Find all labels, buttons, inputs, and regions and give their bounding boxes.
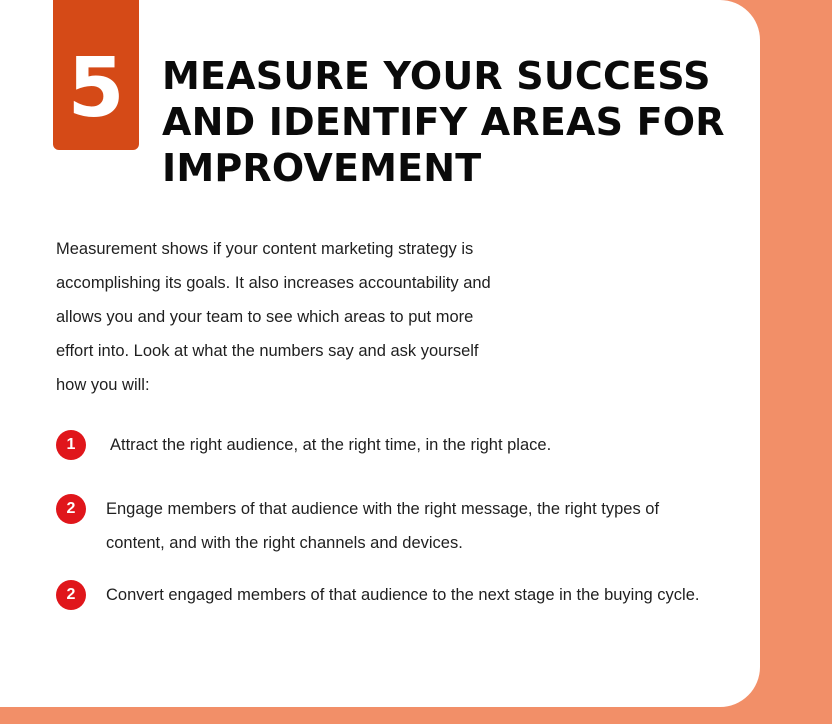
number-bullet: 2	[56, 494, 86, 524]
intro-line: effort into. Look at what the numbers sa…	[56, 342, 479, 360]
list-item: 2 Engage members of that audience with t…	[56, 494, 659, 560]
list-item-line: Attract the right audience, at the right…	[110, 436, 552, 454]
list-item-text: Convert engaged members of that audience…	[106, 578, 699, 612]
intro-line: how you will:	[56, 376, 150, 394]
intro-paragraph: Measurement shows if your content market…	[56, 232, 536, 402]
list-item-line: Engage members of that audience with the…	[106, 500, 660, 518]
title-line: IMPROVEMENT	[162, 146, 482, 190]
bullet-number: 2	[66, 586, 76, 603]
intro-line: Measurement shows if your content market…	[56, 240, 474, 258]
number-bullet: 2	[56, 580, 86, 610]
list-item-line: content, and with the right channels and…	[106, 534, 463, 552]
list-item-line: Convert engaged members of that audience…	[106, 586, 700, 604]
intro-line: allows you and your team to see which ar…	[56, 308, 474, 326]
number-bullet: 1	[56, 430, 86, 460]
list-item-text: Engage members of that audience with the…	[106, 492, 659, 560]
content-card: 5 MEASURE YOUR SUCCESS AND IDENTIFY AREA…	[0, 0, 760, 707]
list-item-text: Attract the right audience, at the right…	[110, 428, 551, 462]
step-number: 5	[67, 41, 125, 136]
intro-line: accomplishing its goals. It also increas…	[56, 274, 491, 292]
list-item: 1 Attract the right audience, at the rig…	[56, 430, 551, 462]
bullet-number: 1	[66, 436, 76, 453]
title-line: AND IDENTIFY AREAS FOR	[162, 100, 725, 144]
bullet-number: 2	[66, 500, 76, 517]
title-line: MEASURE YOUR SUCCESS	[162, 54, 711, 98]
page-title: MEASURE YOUR SUCCESS AND IDENTIFY AREAS …	[162, 53, 752, 191]
step-number-badge: 5	[53, 0, 139, 150]
list-item: 2 Convert engaged members of that audien…	[56, 580, 699, 612]
